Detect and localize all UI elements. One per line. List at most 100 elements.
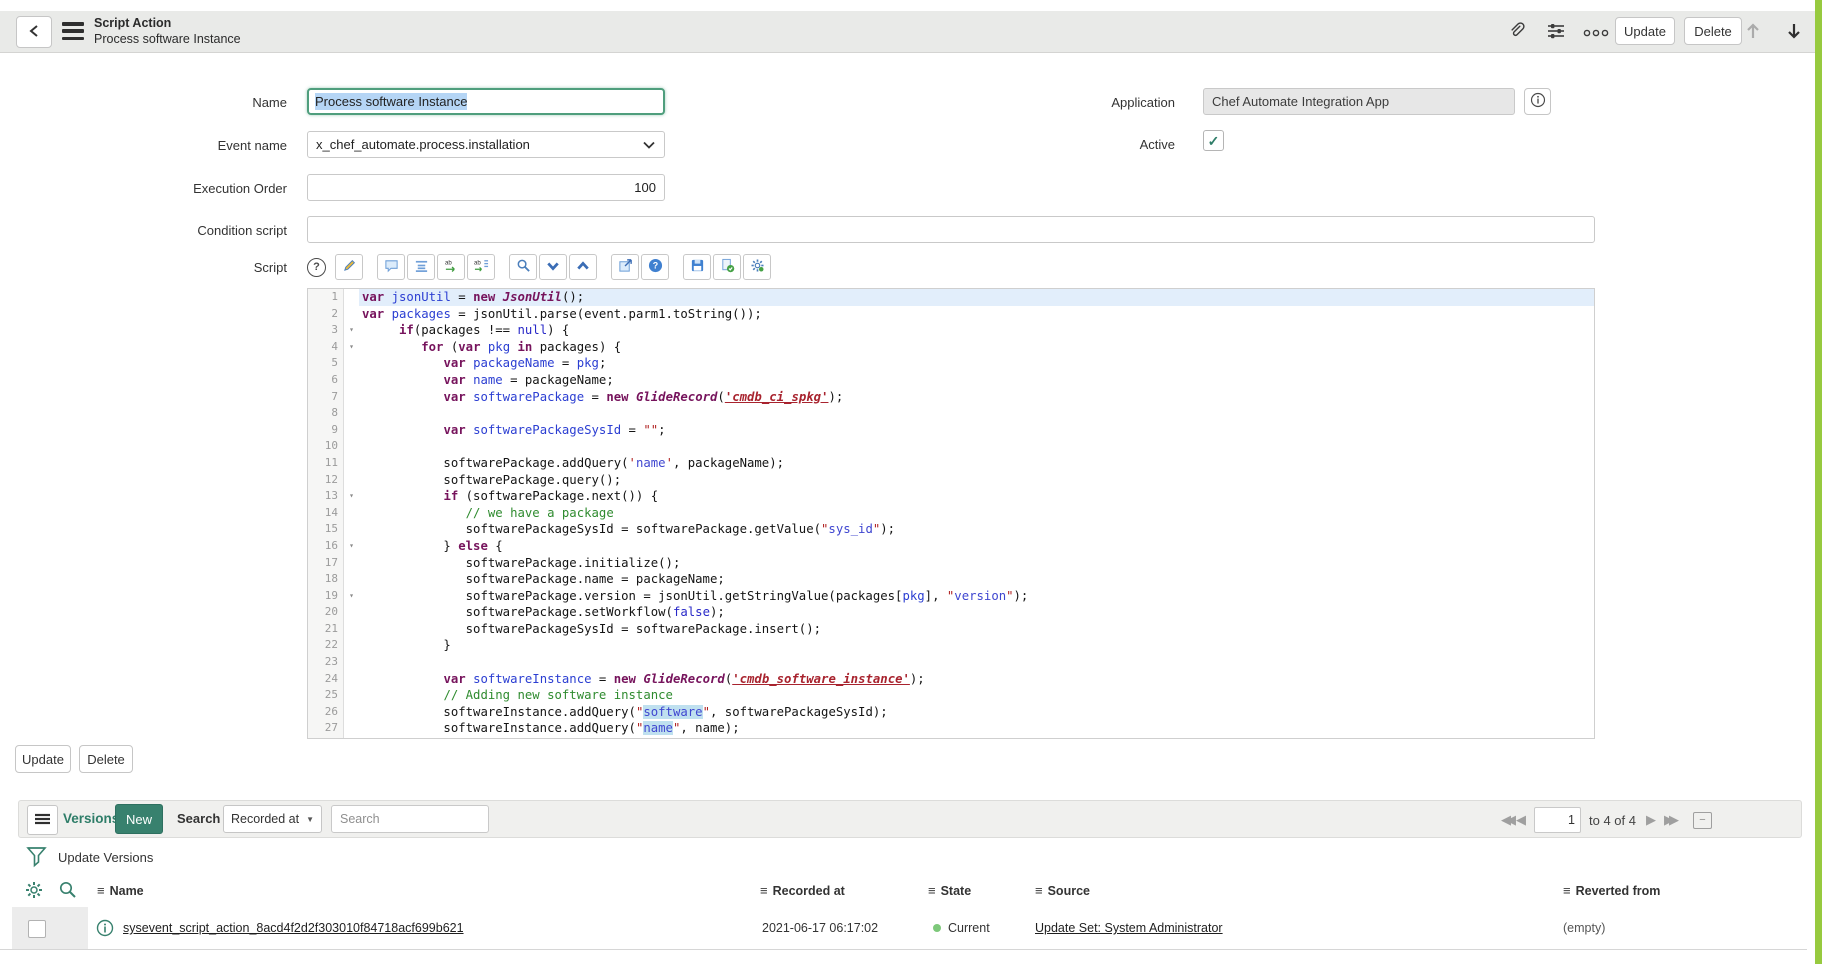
first-page-button[interactable]: ◀◀: [1501, 812, 1511, 828]
open-in-new-window-button[interactable]: [611, 254, 639, 280]
active-label: Active: [975, 137, 1175, 152]
minimize-list-button[interactable]: −: [1693, 812, 1712, 829]
replace-all-button[interactable]: ab: [467, 254, 495, 280]
execution-order-label: Execution Order: [87, 181, 287, 196]
gutter-folds[interactable]: ▾▾▾▾▾: [344, 289, 359, 738]
editor-help-button[interactable]: ?: [641, 254, 669, 280]
name-value-selected: Process software Instance: [315, 93, 467, 110]
more-options-button[interactable]: [1581, 21, 1611, 43]
list-column-header-row: ≡Name ≡Recorded at ≡State ≡Source ≡Rever…: [0, 877, 1807, 908]
application-label: Application: [975, 95, 1175, 110]
back-button[interactable]: [16, 16, 52, 48]
event-name-select[interactable]: x_chef_automate.process.installation: [307, 131, 665, 158]
find-previous-button[interactable]: [569, 254, 597, 280]
find-next-button[interactable]: [539, 254, 567, 280]
footer-update-button[interactable]: Update: [15, 745, 71, 773]
column-menu-icon[interactable]: ≡: [97, 883, 105, 898]
event-name-label: Event name: [87, 138, 287, 153]
column-menu-icon[interactable]: ≡: [928, 883, 936, 898]
column-header-reverted-from[interactable]: ≡Reverted from: [1563, 883, 1660, 898]
row-source-link[interactable]: Update Set: System Administrator: [1035, 921, 1223, 935]
script-code-editor[interactable]: 1234567891011121314151617181920212223242…: [307, 288, 1595, 739]
footer-delete-button[interactable]: Delete: [79, 745, 133, 773]
replace-icon: ab: [444, 258, 459, 276]
column-menu-icon[interactable]: ≡: [1035, 883, 1043, 898]
checkmark-icon: ✓: [1208, 134, 1220, 148]
name-label: Name: [87, 95, 287, 110]
filter-breadcrumb[interactable]: Update Versions: [58, 850, 153, 865]
column-header-state[interactable]: ≡State: [928, 883, 971, 898]
page-number-input[interactable]: [1534, 807, 1581, 833]
application-info-button[interactable]: [1524, 88, 1551, 115]
state-dot-icon: [933, 924, 941, 932]
code-lines[interactable]: var jsonUtil = new JsonUtil();var packag…: [359, 289, 1594, 738]
checkbox-cell: [12, 907, 88, 949]
floppy-disk-icon: [690, 258, 705, 276]
svg-text:ab: ab: [444, 260, 451, 267]
scroll-up-button[interactable]: [1742, 21, 1764, 43]
row-name-link[interactable]: sysevent_script_action_8acd4f2d2f303010f…: [123, 921, 464, 935]
next-page-button[interactable]: ▶: [1646, 812, 1656, 828]
script-label: Script: [87, 260, 287, 275]
versions-list-title[interactable]: Versions: [63, 811, 119, 826]
form-header-bar: Script Action Process software Instance …: [0, 11, 1815, 53]
row-recorded-at: 2021-06-17 06:17:02: [762, 921, 878, 935]
column-header-recorded-at[interactable]: ≡Recorded at: [760, 883, 845, 898]
column-menu-icon[interactable]: ≡: [1563, 883, 1571, 898]
chevron-down-icon: [643, 137, 655, 152]
filter-funnel-icon[interactable]: [26, 845, 47, 872]
event-name-value: x_chef_automate.process.installation: [316, 137, 530, 152]
context-menu-icon[interactable]: [62, 22, 84, 40]
application-field-readonly: Chef Automate Integration App: [1203, 88, 1515, 115]
row-checkbox[interactable]: [28, 920, 46, 938]
list-search-input[interactable]: [331, 805, 489, 833]
personalize-form-button[interactable]: [1545, 21, 1567, 43]
editor-search-button[interactable]: [509, 254, 537, 280]
list-context-menu-button[interactable]: [27, 805, 58, 835]
sliders-icon: [1546, 21, 1566, 44]
condition-script-input[interactable]: [307, 216, 1595, 243]
format-lines-icon: [414, 258, 429, 276]
execution-order-input[interactable]: 100: [307, 174, 665, 201]
column-header-name[interactable]: ≡Name: [97, 883, 144, 898]
format-code-button[interactable]: [407, 254, 435, 280]
chevron-down-bold-icon: [546, 260, 560, 275]
script-help-icon[interactable]: ?: [307, 258, 326, 277]
back-chevron-icon: [28, 24, 40, 41]
arrow-up-icon: [1743, 21, 1763, 44]
comment-bubble-icon: [384, 258, 399, 276]
list-pagination: ◀◀ ◀ to 4 of 4 ▶ ▶▶ −: [1501, 801, 1712, 839]
validate-script-button[interactable]: [713, 254, 741, 280]
last-page-button[interactable]: ▶▶: [1664, 812, 1674, 828]
toggle-syntax-editor-button[interactable]: [335, 254, 363, 280]
column-menu-icon[interactable]: ≡: [760, 883, 768, 898]
info-circle-icon: [1530, 92, 1546, 111]
save-button[interactable]: [683, 254, 711, 280]
column-header-source[interactable]: ≡Source: [1035, 883, 1090, 898]
svg-text:?: ?: [652, 261, 657, 271]
attachments-button[interactable]: [1505, 21, 1527, 43]
page-title: Script Action: [94, 15, 241, 31]
search-column-select[interactable]: Recorded at ▼: [223, 805, 322, 833]
previous-page-button[interactable]: ◀: [1516, 812, 1526, 828]
execution-order-value: 100: [634, 180, 656, 195]
name-input[interactable]: Process software Instance: [307, 88, 665, 115]
list-search-icon[interactable]: [58, 880, 78, 903]
table-row: sysevent_script_action_8acd4f2d2f303010f…: [0, 907, 1807, 950]
scroll-down-button[interactable]: [1783, 21, 1805, 43]
list-gear-icon[interactable]: [24, 880, 44, 903]
row-info-icon[interactable]: [96, 919, 114, 937]
replace-all-icon: ab: [474, 258, 489, 276]
versions-list-header-bar: Versions New Search Recorded at ▼ ◀◀ ◀ t…: [18, 800, 1802, 838]
header-update-button[interactable]: Update: [1615, 17, 1675, 45]
new-version-button[interactable]: New: [115, 804, 163, 834]
editor-preferences-button[interactable]: [743, 254, 771, 280]
pencil-icon: [342, 258, 357, 276]
active-checkbox[interactable]: ✓: [1203, 130, 1224, 151]
script-check-icon: [720, 258, 735, 276]
replace-button[interactable]: ab: [437, 254, 465, 280]
more-options-icon: [1583, 25, 1609, 40]
header-delete-button[interactable]: Delete: [1684, 17, 1742, 45]
add-comment-button[interactable]: [377, 254, 405, 280]
page-subtitle: Process software Instance: [94, 31, 241, 47]
